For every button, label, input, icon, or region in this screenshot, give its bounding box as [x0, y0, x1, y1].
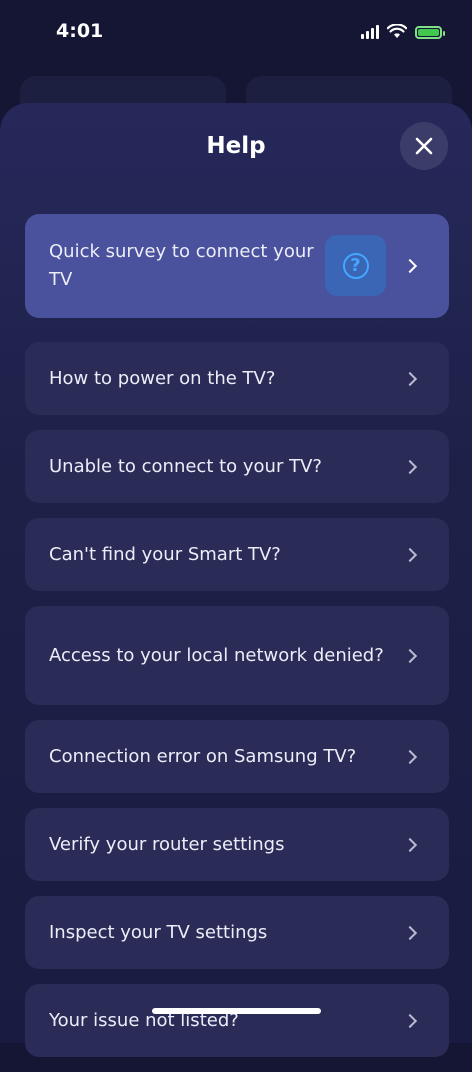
wifi-icon: [387, 24, 407, 38]
help-item-label: Verify your router settings: [49, 833, 285, 855]
help-item-router-settings[interactable]: Verify your router settings: [25, 808, 449, 881]
help-item-issue-not-listed[interactable]: Your issue not listed?: [25, 984, 449, 1057]
help-item-unable-connect[interactable]: Unable to connect to your TV?: [25, 430, 449, 503]
home-indicator[interactable]: [152, 1008, 321, 1014]
close-icon: [415, 137, 433, 155]
help-sheet: Help Quick survey to connect your TV ? H…: [0, 103, 472, 1057]
battery-charging-icon: [415, 26, 445, 39]
status-icons: [361, 24, 445, 39]
cellular-signal-icon: [361, 25, 379, 39]
help-item-local-network-denied[interactable]: Access to your local network denied?: [25, 606, 449, 705]
help-item-tv-settings[interactable]: Inspect your TV settings: [25, 896, 449, 969]
help-item-cant-find-tv[interactable]: Can't find your Smart TV?: [25, 518, 449, 591]
help-item-label: How to power on the TV?: [49, 367, 276, 389]
help-item-label: Inspect your TV settings: [49, 921, 268, 943]
help-item-label: Can't find your Smart TV?: [49, 543, 281, 565]
status-time: 4:01: [56, 20, 104, 42]
help-item-label: Access to your local network denied?: [49, 644, 384, 666]
help-item-quick-survey[interactable]: Quick survey to connect your TV ?: [25, 214, 449, 318]
status-bar: 4:01: [0, 0, 472, 62]
close-button[interactable]: [400, 122, 448, 170]
help-item-label: Unable to connect to your TV?: [49, 455, 322, 477]
help-item-label: Connection error on Samsung TV?: [49, 745, 357, 767]
help-badge: ?: [325, 235, 386, 296]
help-item-power-on[interactable]: How to power on the TV?: [25, 342, 449, 415]
help-item-samsung-error[interactable]: Connection error on Samsung TV?: [25, 720, 449, 793]
question-circle-icon: ?: [342, 252, 369, 279]
help-list: Quick survey to connect your TV ? How to…: [25, 214, 449, 1072]
